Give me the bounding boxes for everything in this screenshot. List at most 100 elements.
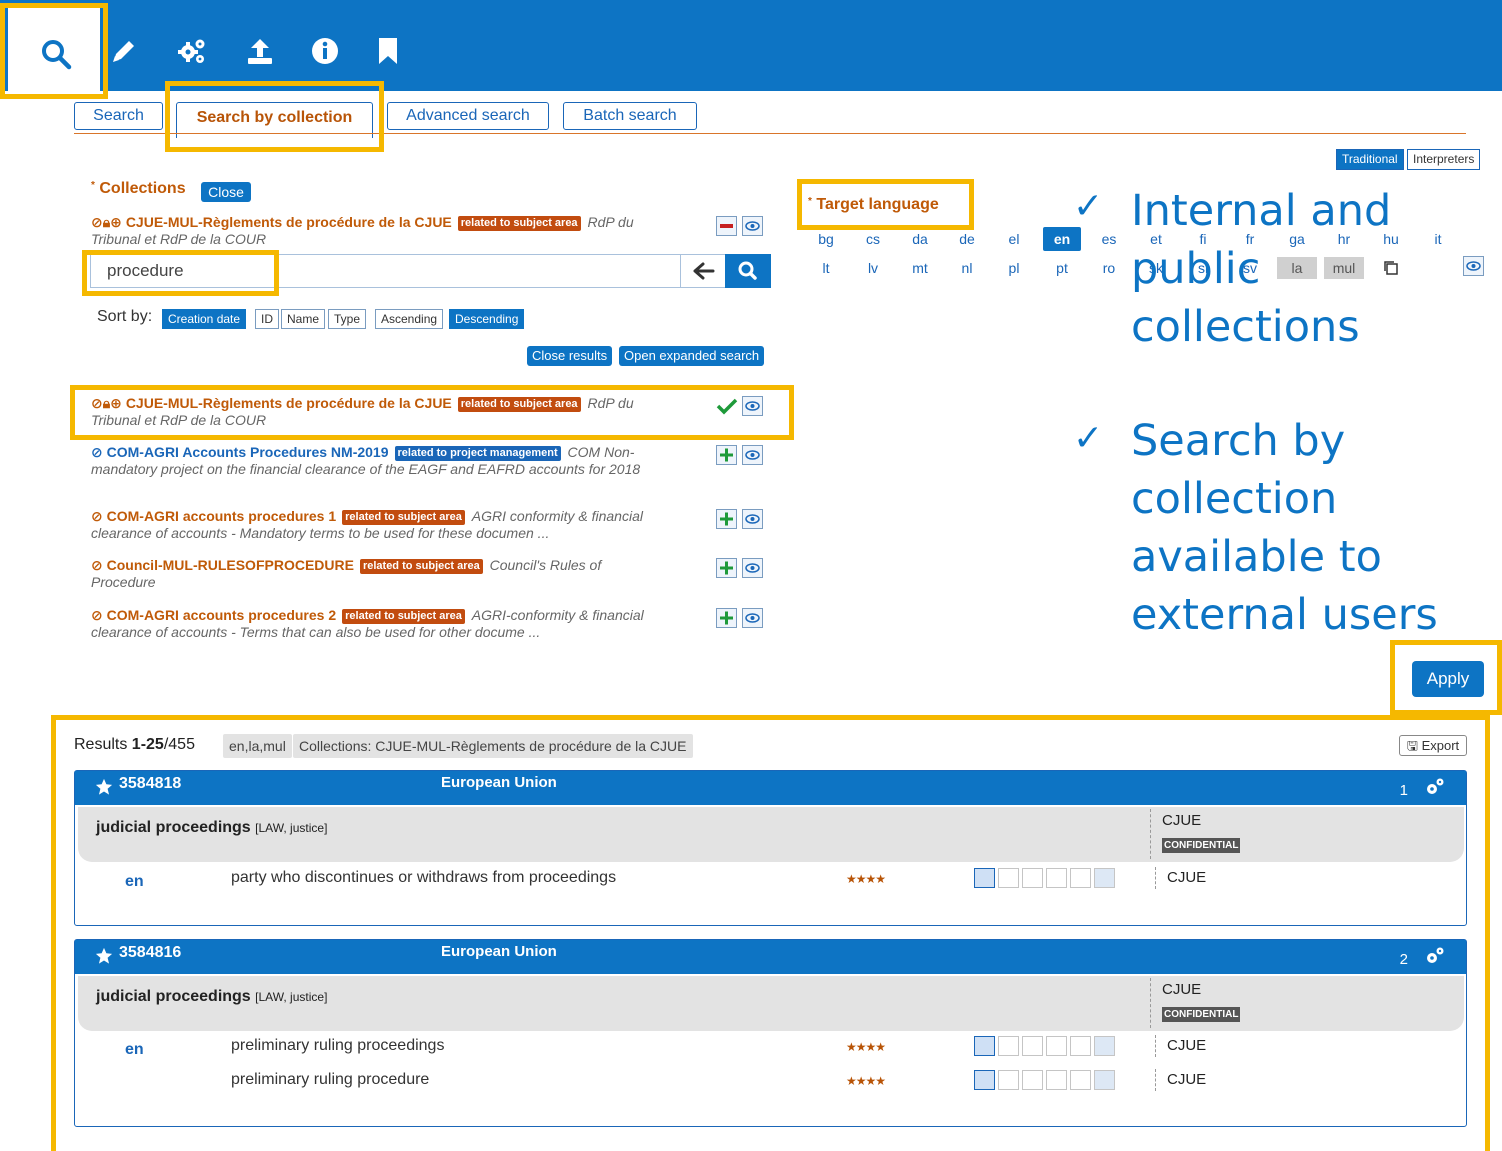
close-results-button[interactable]: Close results	[527, 346, 613, 366]
view-collection-button[interactable]	[742, 216, 763, 236]
email-icon[interactable]	[974, 1070, 995, 1090]
entry-region: European Union	[441, 774, 557, 791]
view-collection-button[interactable]	[742, 558, 763, 578]
settings-nav-button[interactable]	[172, 30, 212, 72]
plus-icon	[720, 448, 733, 462]
plus-icon	[720, 512, 733, 526]
lang-de[interactable]: de	[952, 231, 982, 247]
status-icons: ⊘🔒︎⊕	[91, 395, 122, 411]
tab-advanced-search[interactable]: Advanced search	[387, 102, 549, 130]
sort-name[interactable]: Name	[281, 309, 326, 329]
export-button[interactable]: 🖫︎ Export	[1399, 735, 1467, 756]
view-collection-button[interactable]	[742, 608, 763, 628]
entry-id[interactable]: 3584816	[119, 944, 181, 962]
collection-result-item[interactable]: ⊘ COM-AGRI accounts procedures 1 related …	[91, 508, 651, 542]
upload-icon	[248, 39, 272, 64]
email-icon[interactable]	[974, 1036, 995, 1056]
add-collection-button[interactable]	[716, 445, 737, 465]
confidential-badge: CONFIDENTIAL	[1162, 1007, 1241, 1022]
collection-search-button[interactable]	[725, 254, 771, 288]
lang-es[interactable]: es	[1094, 231, 1124, 247]
lang-el[interactable]: el	[999, 231, 1029, 247]
add-collection-button[interactable]	[716, 509, 737, 529]
term-tools	[974, 1036, 1119, 1056]
view-collection-button[interactable]	[742, 445, 763, 465]
sort-id[interactable]: ID	[255, 309, 279, 329]
collection-result-item[interactable]: ⊘ Council-MUL-RULESOFPROCEDURE related to…	[91, 557, 651, 591]
tool-slot	[1046, 1036, 1067, 1056]
note-line: Internal and	[1131, 186, 1392, 236]
gears-icon	[178, 39, 205, 63]
upload-nav-button[interactable]	[240, 30, 280, 72]
eye-icon	[745, 613, 760, 623]
term-text[interactable]: preliminary ruling procedure	[231, 1071, 429, 1089]
tab-search[interactable]: Search	[74, 102, 163, 130]
lang-en[interactable]: en	[1043, 227, 1081, 251]
term-text[interactable]: preliminary ruling proceedings	[231, 1037, 444, 1055]
sort-arrows-icon[interactable]	[1094, 1036, 1115, 1056]
collection-result-item[interactable]: ⊘ COM-AGRI Accounts Procedures NM-2019 re…	[91, 444, 651, 478]
collection-badge: related to subject area	[342, 510, 465, 525]
edit-nav-button[interactable]	[104, 30, 144, 72]
search-nav-button[interactable]	[8, 8, 100, 91]
search-icon	[738, 261, 757, 280]
term-text[interactable]: party who discontinues or withdraws from…	[231, 869, 616, 887]
lang-cs[interactable]: cs	[858, 231, 888, 247]
results-prefix: Results	[74, 736, 132, 753]
remove-collection-button[interactable]	[716, 216, 737, 236]
star-icon[interactable]	[95, 947, 113, 965]
lang-da[interactable]: da	[905, 231, 935, 247]
email-icon[interactable]	[974, 868, 995, 888]
gear-icon[interactable]	[1424, 776, 1446, 798]
sort-arrows-icon[interactable]	[1094, 868, 1115, 888]
tab-batch-search[interactable]: Batch search	[563, 102, 697, 130]
sort-arrows-icon[interactable]	[1094, 1070, 1115, 1090]
star-icon[interactable]	[95, 778, 113, 796]
term-org: CJUE	[1167, 869, 1207, 886]
lang-ro[interactable]: ro	[1094, 260, 1124, 276]
lang-mt[interactable]: mt	[905, 260, 935, 276]
lang-nl[interactable]: nl	[952, 260, 982, 276]
add-collection-button[interactable]	[716, 558, 737, 578]
order-ascending[interactable]: Ascending	[375, 309, 444, 329]
term-org: CJUE	[1167, 1071, 1207, 1088]
tool-slot	[1070, 1070, 1091, 1090]
selected-collection: ⊘🔒︎⊕ CJUE-MUL-Règlements de procédure de…	[91, 214, 651, 248]
apply-button[interactable]: Apply	[1412, 661, 1484, 697]
lang-lv[interactable]: lv	[858, 260, 888, 276]
traditional-toggle[interactable]: Traditional	[1336, 149, 1404, 170]
result-card: 3584816 European Union 2 judicial procee…	[74, 939, 1467, 1127]
collection-result-item[interactable]: ⊘🔒︎⊕ CJUE-MUL-Règlements de procédure de…	[91, 395, 651, 429]
view-collection-button[interactable]	[742, 509, 763, 529]
open-expanded-search-button[interactable]: Open expanded search	[619, 346, 765, 366]
sort-type[interactable]: Type	[328, 309, 367, 329]
interpreters-toggle[interactable]: Interpreters	[1407, 149, 1481, 170]
sort-creation-date[interactable]: Creation date	[162, 309, 247, 329]
arrow-left-icon	[693, 262, 715, 280]
bookmark-nav-button[interactable]	[368, 30, 408, 72]
tool-slot	[998, 1070, 1019, 1090]
lang-pl[interactable]: pl	[999, 260, 1029, 276]
note-external-users: Search by collection available to extern…	[1131, 412, 1438, 644]
note-icon[interactable]	[1046, 868, 1067, 888]
gear-icon[interactable]	[1424, 945, 1446, 967]
info-nav-button[interactable]	[305, 30, 345, 72]
lang-bg[interactable]: bg	[811, 231, 841, 247]
add-collection-button[interactable]	[716, 608, 737, 628]
note-line: public	[1131, 244, 1261, 294]
note-internal-public: Internal and public collections	[1131, 182, 1391, 356]
collection-result-item[interactable]: ⊘ COM-AGRI accounts procedures 2 related …	[91, 607, 651, 641]
collections-close-button[interactable]: Close	[201, 182, 251, 202]
lang-lt[interactable]: lt	[811, 260, 841, 276]
view-languages-button[interactable]	[1463, 256, 1484, 276]
order-descending[interactable]: Descending	[449, 309, 525, 329]
collection-search-input[interactable]	[92, 256, 676, 286]
entry-id[interactable]: 3584818	[119, 775, 181, 793]
lang-it[interactable]: it	[1423, 231, 1453, 247]
view-collection-button[interactable]	[742, 396, 763, 416]
lang-pt[interactable]: pt	[1047, 260, 1077, 276]
column-separator	[1150, 978, 1151, 1028]
domain-bar: judicial proceedings [LAW, justice]	[78, 807, 1464, 862]
status-icons: ⊘	[91, 508, 103, 524]
clear-search-button[interactable]	[680, 254, 726, 288]
